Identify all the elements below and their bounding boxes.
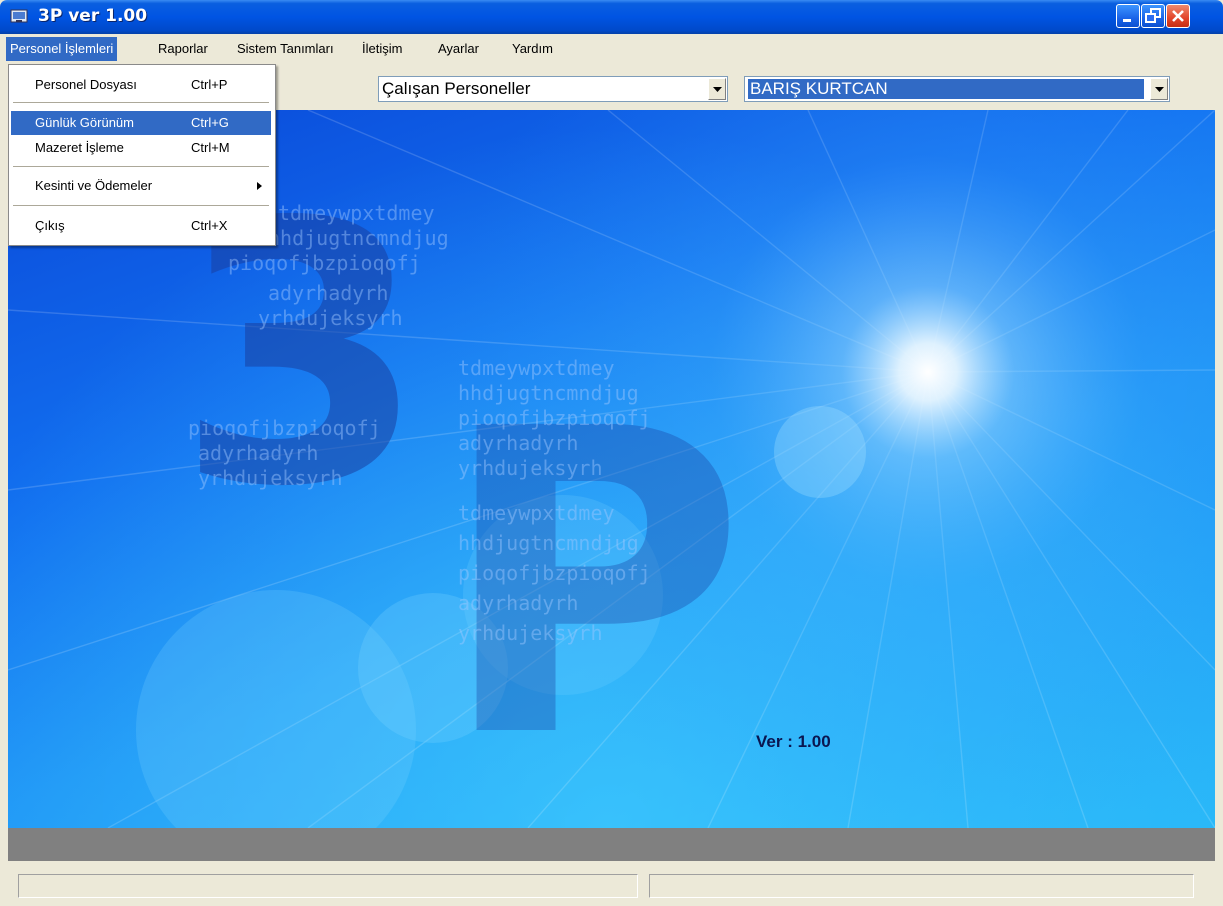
pattern-line: yrhdujeksyrh — [458, 621, 603, 645]
menu-yardim[interactable]: Yardım — [508, 37, 557, 61]
menu-item-mazeret-isleme[interactable]: Mazeret İşleme Ctrl+M — [11, 136, 271, 160]
pattern-line: hhdjugtncmndjug — [268, 226, 449, 250]
menu-item-label: Günlük Görünüm — [35, 115, 134, 130]
pattern-line: yrhdujeksyrh — [198, 466, 343, 490]
pattern-line: pioqofjbzpioqofj — [228, 251, 421, 275]
employee-select-value: BARIŞ KURTCAN — [748, 79, 1144, 99]
chevron-down-icon[interactable] — [1150, 78, 1168, 100]
submenu-arrow-icon — [257, 182, 262, 190]
pattern-line: adyrhadyrh — [198, 441, 318, 465]
title-bar[interactable]: 3P ver 1.00 — [0, 0, 1223, 34]
workspace-bottom-strip — [8, 828, 1215, 861]
menu-item-kesinti-ve-odemeler[interactable]: Kesinti ve Ödemeler — [11, 174, 271, 198]
pattern-line: hhdjugtncmndjug — [458, 531, 639, 555]
pattern-line: adyrhadyrh — [458, 431, 578, 455]
menu-bar: Personel İşlemleri Raporlar Sistem Tanım… — [3, 37, 1218, 63]
pattern-line: pioqofjbzpioqofj — [458, 406, 651, 430]
personnel-filter-value: Çalışan Personeller — [382, 79, 531, 98]
menu-raporlar[interactable]: Raporlar — [154, 37, 212, 61]
menu-sistem-tanimlari[interactable]: Sistem Tanımları — [233, 37, 338, 61]
personel-islemleri-dropdown: Personel Dosyası Ctrl+P Günlük Görünüm C… — [8, 64, 276, 246]
menu-separator — [13, 166, 269, 168]
menu-item-personel-dosyasi[interactable]: Personel Dosyası Ctrl+P — [11, 73, 271, 97]
chevron-down-icon[interactable] — [708, 78, 726, 100]
menu-item-label: Çıkış — [35, 218, 65, 233]
window-title: 3P ver 1.00 — [38, 6, 148, 26]
menu-item-cikis[interactable]: Çıkış Ctrl+X — [11, 214, 271, 238]
pattern-line: adyrhadyrh — [458, 591, 578, 615]
status-panel-left — [18, 874, 638, 898]
pattern-line: yrhdujeksyrh — [258, 306, 403, 330]
pattern-line: hhdjugtncmndjug — [458, 381, 639, 405]
menu-separator — [13, 102, 269, 104]
status-panel-right — [649, 874, 1194, 898]
menu-ayarlar[interactable]: Ayarlar — [434, 37, 483, 61]
restore-button[interactable] — [1141, 4, 1165, 28]
menu-item-shortcut: Ctrl+M — [191, 140, 230, 155]
pattern-line: tdmeywpxtdmey — [458, 356, 615, 380]
menu-item-shortcut: Ctrl+G — [191, 115, 229, 130]
close-button[interactable] — [1166, 4, 1190, 28]
pattern-line: yrhdujeksyrh — [458, 456, 603, 480]
pattern-line: pioqofjbzpioqofj — [188, 416, 381, 440]
personnel-filter-select[interactable]: Çalışan Personeller — [378, 76, 728, 102]
employee-select[interactable]: BARIŞ KURTCAN — [744, 76, 1170, 102]
menu-item-label: Mazeret İşleme — [35, 140, 124, 155]
pattern-line: adyrhadyrh — [268, 281, 388, 305]
menu-item-label: Personel Dosyası — [35, 77, 137, 92]
pattern-line: pioqofjbzpioqofj — [458, 561, 651, 585]
menu-separator — [13, 205, 269, 207]
status-bar — [3, 864, 1218, 904]
menu-personel-islemleri[interactable]: Personel İşlemleri — [6, 37, 118, 61]
menu-item-label: Kesinti ve Ödemeler — [35, 178, 153, 193]
pattern-line: tdmeywpxtdmey — [458, 501, 615, 525]
menu-item-shortcut: Ctrl+P — [191, 77, 228, 92]
minimize-button[interactable] — [1116, 4, 1140, 28]
menu-item-gunluk-gorunum[interactable]: Günlük Görünüm Ctrl+G — [11, 111, 271, 135]
menu-item-shortcut: Ctrl+X — [191, 218, 228, 233]
version-label: Ver : 1.00 — [756, 732, 831, 751]
app-icon — [10, 8, 28, 24]
menu-iletisim[interactable]: İletişim — [358, 37, 406, 61]
pattern-line: tdmeywpxtdmey — [278, 201, 435, 225]
